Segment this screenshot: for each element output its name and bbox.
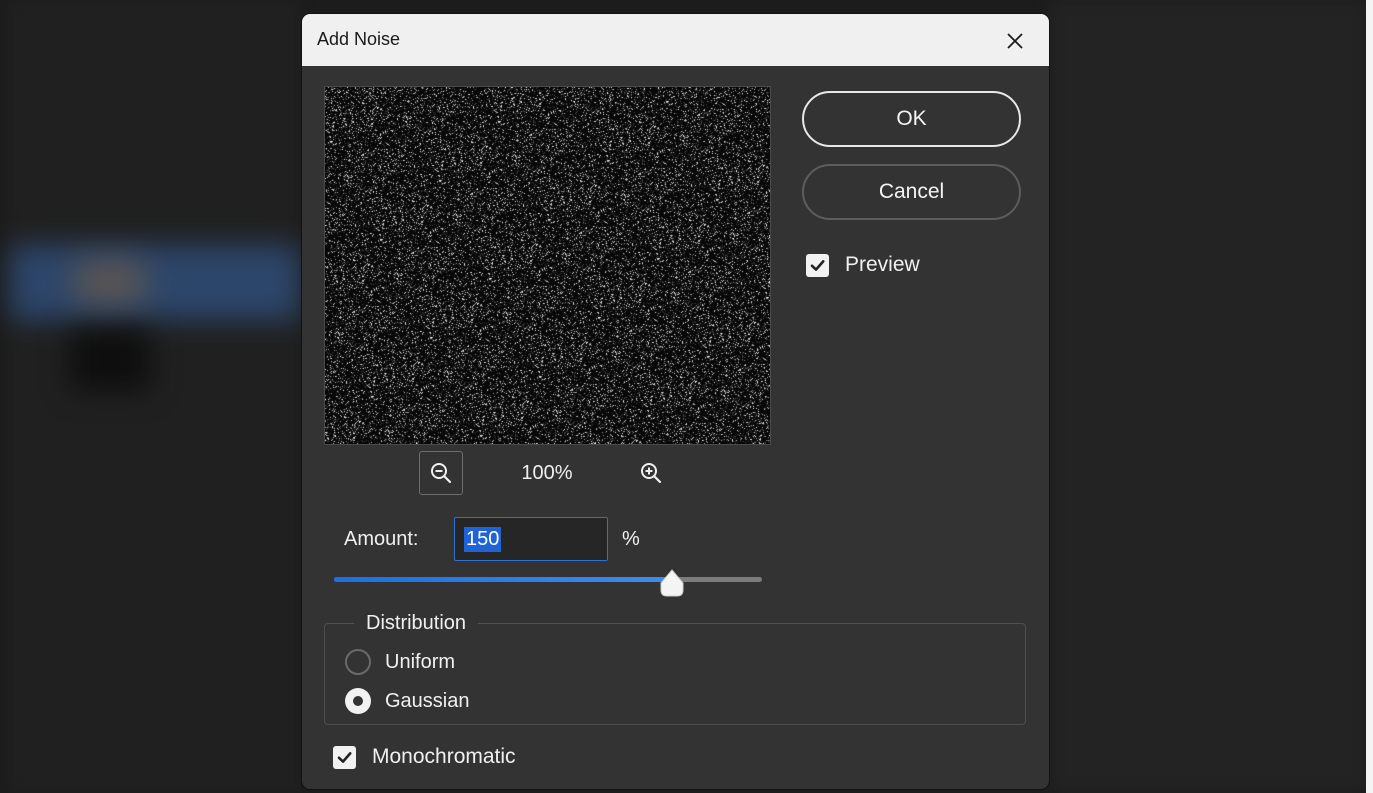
background-layer-thumbnail-dark <box>70 330 150 390</box>
background-panel-right <box>1050 0 1368 793</box>
radio-uniform[interactable]: Uniform <box>345 647 455 677</box>
monochromatic-checkbox-box <box>333 745 356 769</box>
ok-button[interactable]: OK <box>802 91 1021 147</box>
amount-slider[interactable] <box>334 569 762 599</box>
radio-gaussian[interactable]: Gaussian <box>345 686 470 716</box>
background-panel-left <box>8 0 300 793</box>
background-edge <box>1366 0 1373 793</box>
monochromatic-label: Monochromatic <box>372 745 516 768</box>
radio-gaussian-indicator <box>345 688 371 714</box>
background-selected-layer <box>10 245 300 320</box>
radio-gaussian-label: Gaussian <box>385 689 470 712</box>
amount-input[interactable]: 150 <box>454 517 608 561</box>
radio-uniform-label: Uniform <box>385 650 456 673</box>
zoom-out-button[interactable] <box>419 451 463 495</box>
amount-unit: % <box>622 528 640 550</box>
amount-label: Amount: <box>344 528 419 550</box>
background-layer-thumbnail <box>75 262 145 302</box>
preview-checkbox-box <box>806 253 829 277</box>
zoom-in-button[interactable] <box>629 451 673 495</box>
preview-checkbox[interactable]: Preview <box>806 253 920 277</box>
amount-value: 150 <box>464 526 502 552</box>
monochromatic-checkbox[interactable]: Monochromatic <box>333 745 516 769</box>
radio-uniform-indicator <box>345 649 371 675</box>
preview-label: Preview <box>845 253 920 276</box>
close-button[interactable] <box>1000 26 1030 56</box>
slider-fill <box>334 577 673 582</box>
add-noise-dialog: Add Noise 100% Amount: 150 % Distributio… <box>302 14 1049 789</box>
slider-thumb[interactable] <box>658 569 686 597</box>
close-icon <box>1007 33 1023 49</box>
zoom-out-icon <box>431 463 452 484</box>
checkmark-icon <box>810 259 825 271</box>
dialog-titlebar: Add Noise <box>302 14 1049 66</box>
cancel-button[interactable]: Cancel <box>802 164 1021 220</box>
zoom-level: 100% <box>521 462 573 484</box>
checkmark-icon <box>337 751 352 763</box>
noise-preview[interactable] <box>324 86 771 445</box>
dialog-title: Add Noise <box>317 29 401 49</box>
distribution-label: Distribution <box>354 612 479 635</box>
zoom-in-icon <box>641 463 662 484</box>
noise-preview-canvas <box>325 87 770 444</box>
